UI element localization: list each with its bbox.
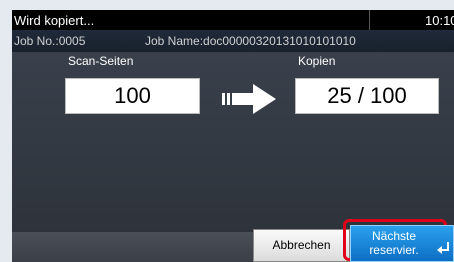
status-text: Wird kopiert... [14, 13, 95, 28]
cancel-button[interactable]: Abbrechen [253, 229, 350, 262]
job-number: Job No.:0005 [14, 34, 86, 48]
job-info-bar: Job No.:0005 Job Name:doc000003201310101… [12, 30, 454, 52]
title-bar: Wird kopiert... 10:10 [12, 10, 454, 30]
next-reserve-label: Nächste reservier. [351, 229, 437, 257]
job-name: Job Name:doc00000320131010101010 [145, 34, 356, 48]
footer-bar: Abbrechen Nächste reservier. [12, 219, 454, 262]
enter-icon [437, 242, 449, 254]
scan-pages-label: Scan-Seiten [68, 54, 134, 68]
next-reserve-label-line2: reservier. [369, 243, 419, 257]
title-divider [369, 10, 370, 30]
next-reserve-button[interactable]: Nächste reservier. [350, 225, 454, 262]
clock: 10:10 [425, 13, 454, 28]
copies-value: 25 / 100 [295, 78, 439, 114]
copies-label: Kopien [298, 54, 336, 68]
right-arrow-icon [222, 84, 276, 114]
next-reserve-label-line1: Nächste [371, 229, 417, 243]
scan-pages-value: 100 [65, 78, 200, 114]
copy-status-screen: Wird kopiert... 10:10 Job No.:0005 Job N… [12, 10, 454, 262]
progress-panel: Scan-Seiten 100 Kopien 25 / 100 [12, 52, 454, 232]
